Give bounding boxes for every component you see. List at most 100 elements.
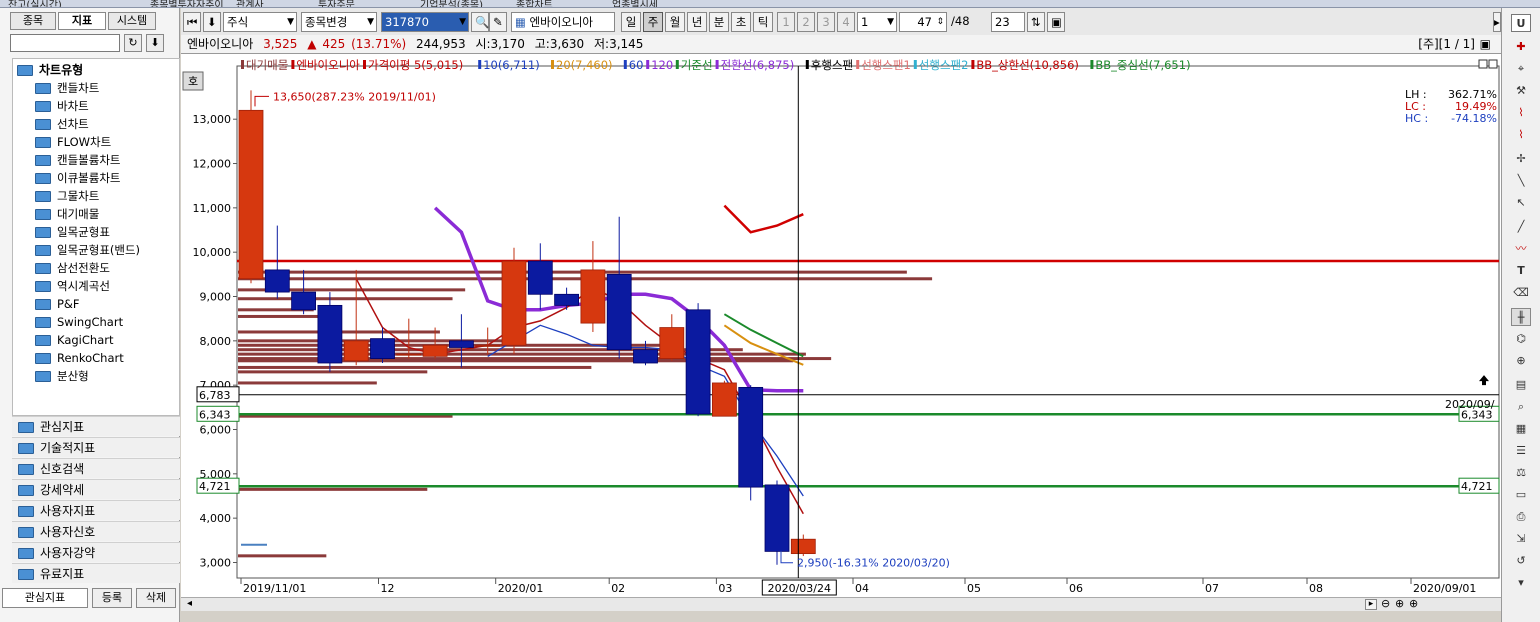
chart-type-item[interactable]: 분산형 [35, 367, 89, 385]
period-second[interactable]: 초 [731, 12, 751, 32]
chart-type-item[interactable]: 일목균형표 [35, 223, 110, 241]
pointer-icon[interactable]: ↖ [1511, 194, 1531, 212]
period-year[interactable]: 년 [687, 12, 707, 32]
fibonacci-icon[interactable]: ⌬ [1511, 330, 1531, 348]
legend-close-icon[interactable] [1488, 59, 1498, 69]
number-button-4[interactable]: 4 [837, 12, 855, 32]
candle-body[interactable] [291, 291, 316, 311]
zoom-out-icon[interactable]: ⊖ [1381, 597, 1390, 610]
legend-item[interactable]: 60 [629, 58, 644, 72]
zoom-icon[interactable]: ⌕ [1511, 398, 1531, 416]
period-tick[interactable]: 틱 [753, 12, 773, 32]
chart-area[interactable]: 호 13,000 12,000 11,000 10,000 9,000 8,000 7,000… [181, 53, 1501, 597]
candle-body[interactable] [501, 260, 527, 346]
candle-body[interactable] [448, 340, 474, 348]
zoom-in-icon[interactable]: ⊕ [1395, 597, 1404, 610]
indicator-search-input[interactable] [10, 34, 120, 52]
candle-body[interactable] [264, 269, 290, 293]
top-tab[interactable]: 기업분석(종목) [420, 0, 483, 7]
chart-type-item[interactable]: 삼선전환도 [35, 259, 110, 277]
trend-line-icon[interactable]: ╱ [1511, 218, 1531, 236]
legend-item[interactable]: 20(7,460) [556, 58, 613, 72]
chart-type-item[interactable]: 이큐볼륨차트 [35, 169, 120, 187]
export-icon[interactable]: ⇲ [1511, 530, 1531, 548]
stock-name-field[interactable]: ▦ 엔바이오니아 [511, 12, 615, 32]
save-icon[interactable]: ▣ [1047, 12, 1065, 32]
candle-body[interactable] [475, 344, 501, 347]
legend-item[interactable]: 전환선(6,875) [721, 58, 795, 72]
chart-type-item[interactable]: SwingChart [35, 313, 123, 331]
wrench-icon[interactable]: ⚒ [1511, 82, 1531, 100]
candle-body[interactable] [370, 338, 395, 359]
tab-stocks[interactable]: 종목 [10, 12, 56, 30]
chart-type-item[interactable]: 그물차트 [35, 187, 99, 205]
candle-body[interactable] [343, 340, 369, 362]
tab-system[interactable]: 시스템 [108, 12, 156, 30]
scroll-left-icon[interactable]: ◂ [187, 598, 192, 609]
legend-item[interactable]: 가격이평 5(5,015) [368, 58, 463, 72]
number-button-1[interactable]: 1 [777, 12, 795, 32]
print-icon[interactable]: ⎙ [1511, 508, 1531, 526]
candle-body[interactable] [790, 538, 816, 555]
crosshair-icon[interactable]: ✢ [1511, 150, 1531, 168]
trade-icon[interactable]: ⌇ [1511, 126, 1531, 144]
candle-body[interactable] [317, 304, 343, 364]
legend-item[interactable]: 선행스팬2 [919, 58, 969, 72]
number-button-2[interactable]: 2 [797, 12, 815, 32]
number-select[interactable]: 1 ▼ [857, 12, 897, 32]
chart-type-item[interactable]: 캔들볼륨차트 [35, 151, 120, 169]
down-arrow-icon[interactable]: ⬇ [203, 12, 221, 32]
category-user-indicator[interactable]: 사용자지표 [12, 500, 180, 520]
delete-button[interactable]: 삭제 [136, 588, 176, 608]
cursor-icon[interactable]: ⌖ [1511, 60, 1531, 78]
category-signal-search[interactable]: 신호검색 [12, 458, 180, 478]
period-day[interactable]: 일 [621, 12, 641, 32]
legend-item[interactable]: 엔바이오니아 [296, 58, 360, 72]
user-icon[interactable]: U [1511, 14, 1531, 32]
list-icon[interactable]: ☰ [1511, 442, 1531, 460]
change-stock-select[interactable]: 종목변경 ▼ [301, 12, 377, 32]
grid-icon[interactable]: ▤ [1511, 376, 1531, 394]
candle-body[interactable] [764, 484, 790, 552]
legend-item[interactable]: BB_상한선(10,856) [976, 58, 1078, 72]
legend-item[interactable]: 120 [651, 58, 673, 72]
top-tab[interactable]: 종목별투자자추이 [150, 0, 224, 7]
download-icon[interactable]: ⬇ [146, 34, 164, 52]
count-stepper[interactable]: 47 ⇕ [899, 12, 947, 32]
compare-icon[interactable]: ⚖ [1511, 464, 1531, 482]
candle-body[interactable] [580, 269, 606, 324]
category-paid[interactable]: 유료지표 [12, 563, 180, 583]
search-icon[interactable]: 🔍 [471, 12, 489, 32]
scroll-right-icon[interactable]: ▸ [1365, 599, 1377, 610]
chart-type-item[interactable]: 캔들차트 [35, 79, 99, 97]
top-tab[interactable]: 잔고(실시간) [8, 0, 62, 7]
first-icon[interactable]: ⏮ [183, 12, 201, 32]
top-tab[interactable]: 투자주문 [318, 0, 355, 7]
candle-body[interactable] [238, 109, 264, 280]
top-tab[interactable]: 관계사 [236, 0, 264, 7]
legend-item[interactable]: BB_중심선(7,651) [1095, 58, 1190, 72]
candle-body[interactable] [659, 327, 685, 359]
more-icon[interactable]: ▾ [1511, 574, 1531, 592]
candle-body[interactable] [685, 309, 711, 415]
zigzag-icon[interactable]: 〰 [1511, 240, 1531, 258]
period-month[interactable]: 월 [665, 12, 685, 32]
price-line-icon[interactable]: ⌇ [1511, 104, 1531, 122]
chart-type-item[interactable]: 대기매물 [35, 205, 99, 223]
legend-item[interactable]: 기준선 [681, 58, 713, 72]
chart-type-item[interactable]: 일목균형표(밴드) [35, 241, 140, 259]
apply-icon[interactable]: ⇅ [1027, 12, 1045, 32]
legend-item[interactable]: 선행스팬1 [861, 58, 911, 72]
chart-type-item[interactable]: RenkoChart [35, 349, 124, 367]
candle-body[interactable] [606, 273, 632, 351]
window-icon[interactable]: ▣ [1480, 35, 1491, 53]
category-technical[interactable]: 기술적지표 [12, 437, 180, 457]
category-strength[interactable]: 강세약세 [12, 479, 180, 499]
refresh-icon[interactable]: ↻ [124, 34, 142, 52]
chart-type-item[interactable]: 바차트 [35, 97, 89, 115]
candle-body[interactable] [554, 293, 580, 306]
chart-type-item[interactable]: FLOW차트 [35, 133, 111, 151]
category-favorites[interactable]: 관심지표 [12, 416, 180, 436]
top-tab[interactable]: 업종별시세 [612, 0, 658, 7]
display-count-input[interactable]: 23 [991, 12, 1025, 32]
